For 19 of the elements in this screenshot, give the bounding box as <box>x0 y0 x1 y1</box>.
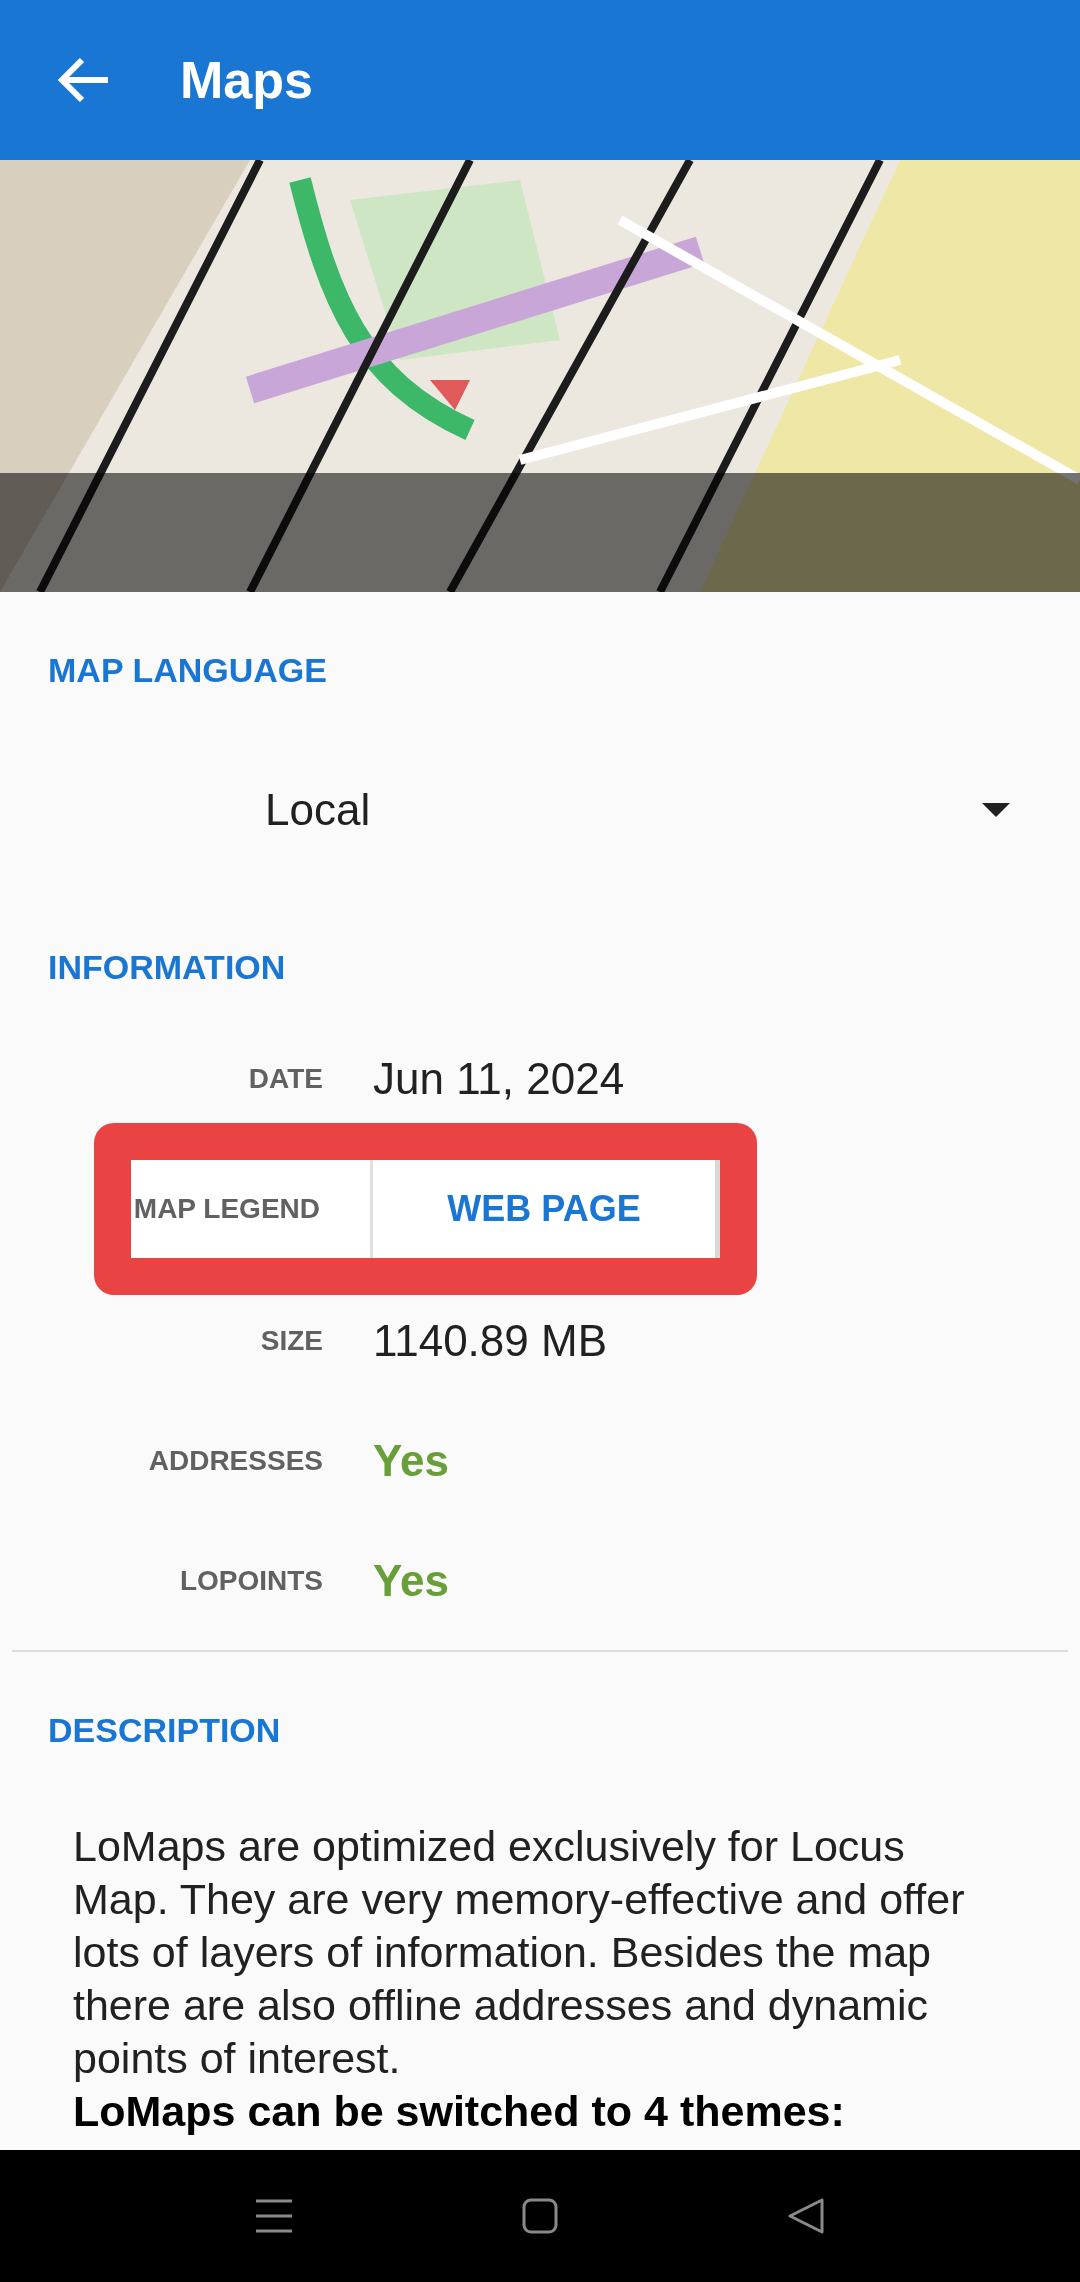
section-heading: INFORMATION <box>47 947 287 987</box>
section-heading: MAP LANGUAGE <box>47 650 328 690</box>
info-value: Jun 11, 2024 <box>373 1054 625 1104</box>
info-value: Yes <box>373 1556 449 1606</box>
description-text: LoMaps can be switched to 4 themes: <box>73 2086 846 2137</box>
home-icon[interactable] <box>522 2198 558 2234</box>
section-heading: DESCRIPTION <box>47 1710 282 1750</box>
info-value: Yes <box>373 1436 449 1486</box>
screen-title: Maps <box>180 50 313 110</box>
info-label: ADDRESSES <box>147 1445 323 1477</box>
description-text: LoMaps are optimized exclusively for Locus Map. They are very memory-effective and offer lots of layers of information. Besides the map there are also offline addresses and dynamic points of interest. <box>73 1821 966 2084</box>
info-label: DATE <box>247 1063 323 1095</box>
language-dropdown[interactable]: Local <box>265 760 1010 860</box>
caret-icon <box>982 803 1010 817</box>
menu-icon[interactable] <box>256 2198 292 2234</box>
info-value: 1140.89 MB <box>373 1316 607 1366</box>
info-label: SIZE <box>259 1325 323 1357</box>
info-label: LOPOINTS <box>178 1565 323 1597</box>
back-icon[interactable] <box>788 2198 824 2234</box>
